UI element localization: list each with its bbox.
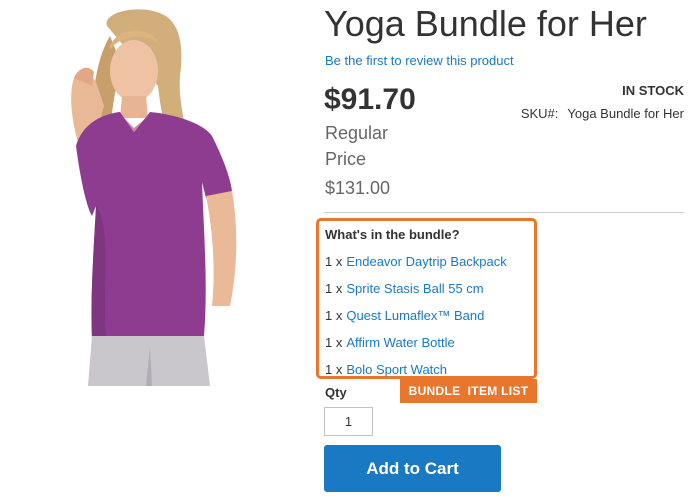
- bundle-item-qty: 1 x: [325, 362, 343, 377]
- sku-label: SKU#:: [520, 106, 559, 121]
- list-item: 1 x Sprite Stasis Ball 55 cm: [325, 280, 507, 307]
- bundle-item-qty: 1 x: [325, 281, 343, 296]
- bundle-item-link[interactable]: Endeavor Daytrip Backpack: [346, 254, 506, 269]
- bundle-items-box: What's in the bundle? 1 x Endeavor Daytri…: [316, 218, 537, 379]
- list-item: 1 x Affirm Water Bottle: [325, 334, 507, 361]
- bundle-item-list-tag: BUNDLE ITEM LIST: [400, 379, 537, 403]
- sku-row: SKU#: Yoga Bundle for Her: [521, 105, 684, 123]
- bundle-item-qty: 1 x: [325, 308, 343, 323]
- page-title: Yoga Bundle for Her: [324, 3, 647, 44]
- bundle-item-link[interactable]: Bolo Sport Watch: [346, 362, 447, 377]
- bundle-item-link[interactable]: Sprite Stasis Ball 55 cm: [346, 281, 483, 296]
- review-link[interactable]: Be the first to review this product: [325, 53, 514, 69]
- qty-label: Qty: [325, 385, 347, 400]
- woman-in-purple-tshirt-image: [71, 9, 237, 386]
- product-page: Yoga Bundle for Her Be the first to revi…: [0, 0, 700, 500]
- bundle-heading: What's in the bundle?: [325, 227, 460, 242]
- list-item: 1 x Endeavor Daytrip Backpack: [325, 253, 507, 280]
- stock-status: In stock: [622, 83, 684, 98]
- product-image[interactable]: [62, 6, 252, 386]
- divider: [324, 212, 684, 213]
- qty-input[interactable]: [324, 407, 373, 436]
- final-price: $91.70: [324, 83, 416, 116]
- bundle-item-link[interactable]: Affirm Water Bottle: [346, 335, 454, 350]
- bundle-item-list: 1 x Endeavor Daytrip Backpack 1 x Sprite S…: [325, 253, 507, 388]
- bundle-item-link[interactable]: Quest Lumaflex™ Band: [346, 308, 484, 323]
- add-to-cart-button[interactable]: Add to Cart: [324, 445, 501, 492]
- regular-price: $131.00: [325, 178, 391, 198]
- list-item: 1 x Quest Lumaflex™ Band: [325, 307, 507, 334]
- bundle-item-qty: 1 x: [325, 335, 343, 350]
- bundle-item-qty: 1 x: [325, 254, 343, 269]
- regular-price-label: Regular Price: [325, 123, 389, 169]
- sku-value: Yoga Bundle for Her: [567, 106, 684, 121]
